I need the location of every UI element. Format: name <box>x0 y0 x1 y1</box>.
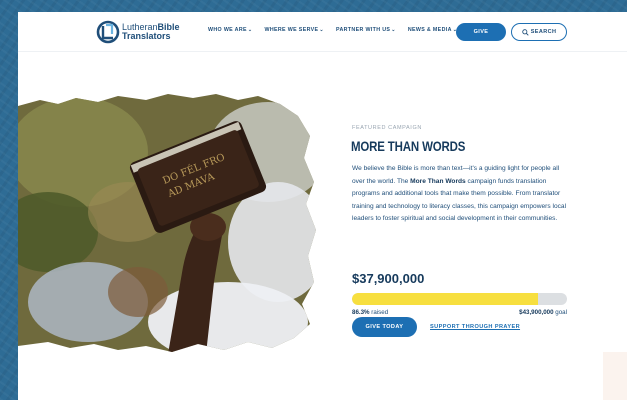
chevron-down-icon: ⌄ <box>391 27 396 33</box>
goal-text: $43,900,000 goal <box>352 309 567 316</box>
campaign-description-bold: More Than Words <box>410 177 466 185</box>
progress-bar-fill <box>352 293 538 305</box>
nav-partner-with-us[interactable]: PARTNER WITH US⌄ <box>336 27 396 33</box>
logo-text: LutheranBible Translators <box>122 23 180 41</box>
decorative-corner <box>603 352 627 400</box>
support-through-prayer-link[interactable]: SUPPORT THROUGH PRAYER <box>430 324 520 330</box>
nav-who-we-are-label: WHO WE ARE <box>208 27 247 33</box>
campaign-eyebrow: FEATURED CAMPAIGN <box>352 125 422 131</box>
campaign-photo-image: DO FÉL FRO AD MAVA <box>18 94 316 352</box>
main-nav: WHO WE ARE⌄ WHERE WE SERVE⌄ PARTNER WITH… <box>208 27 469 33</box>
nav-where-we-serve-label: WHERE WE SERVE <box>264 27 319 33</box>
chevron-down-icon: ⌄ <box>247 27 253 33</box>
logo-mark-icon <box>96 20 120 44</box>
nav-who-we-are[interactable]: WHO WE ARE⌄ <box>208 27 252 33</box>
goal-label: goal <box>555 309 567 316</box>
amount-raised: $37,900,000 <box>352 271 425 286</box>
nav-news-media-label: NEWS & MEDIA <box>407 27 452 33</box>
give-today-button[interactable]: GIVE TODAY <box>352 317 417 337</box>
goal-amount: $43,900,000 <box>519 309 554 316</box>
campaign-description: We believe the Bible is more than text—i… <box>352 163 568 226</box>
campaign-title: MORE THAN WORDS <box>351 138 466 154</box>
give-button[interactable]: GIVE <box>456 23 506 41</box>
search-button-label: SEARCH <box>530 29 557 35</box>
nav-news-media[interactable]: NEWS & MEDIA⌄ <box>408 27 457 33</box>
nav-where-we-serve[interactable]: WHERE WE SERVE⌄ <box>264 27 324 33</box>
campaign-photo: DO FÉL FRO AD MAVA <box>18 92 318 354</box>
search-icon <box>521 28 529 36</box>
logo-word-translators: Translators <box>122 31 171 41</box>
progress-bar <box>352 293 567 305</box>
chevron-down-icon: ⌄ <box>319 27 324 33</box>
page: LutheranBible Translators WHO WE ARE⌄ WH… <box>18 12 627 400</box>
site-header: LutheranBible Translators WHO WE ARE⌄ WH… <box>18 12 627 52</box>
search-button[interactable]: SEARCH <box>511 23 567 41</box>
logo[interactable]: LutheranBible Translators <box>96 20 180 44</box>
nav-partner-with-us-label: PARTNER WITH US <box>335 27 391 33</box>
